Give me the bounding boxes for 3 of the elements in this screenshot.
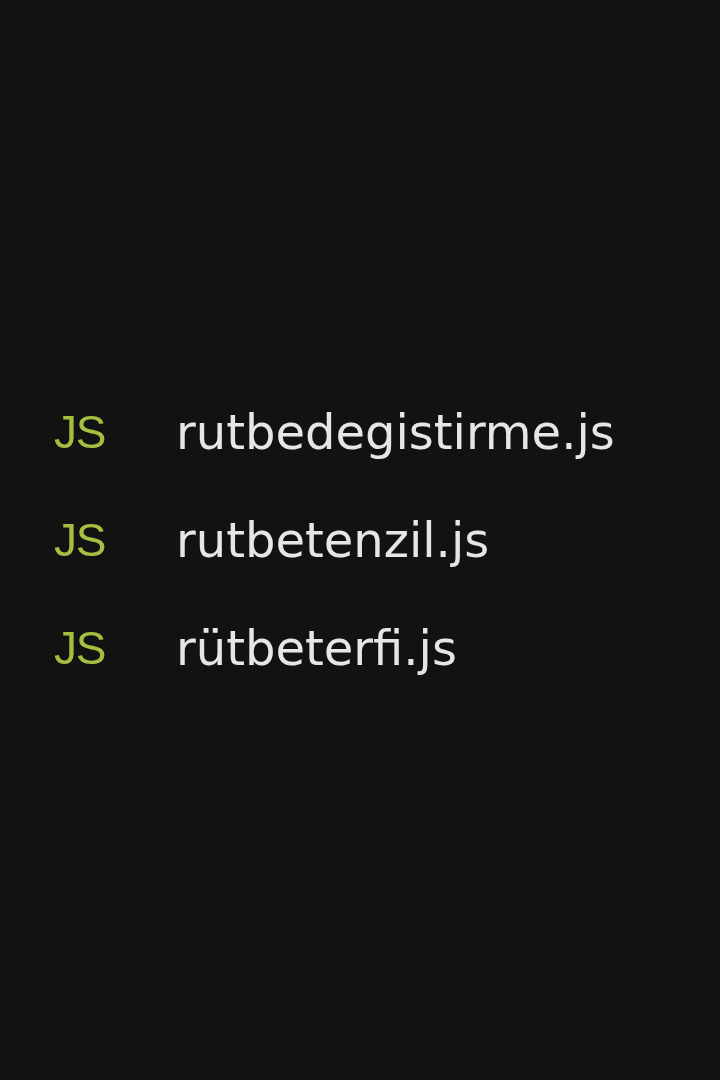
js-file-icon: JS <box>54 409 176 455</box>
js-file-icon: JS <box>54 517 176 563</box>
js-file-icon: JS <box>54 625 176 671</box>
